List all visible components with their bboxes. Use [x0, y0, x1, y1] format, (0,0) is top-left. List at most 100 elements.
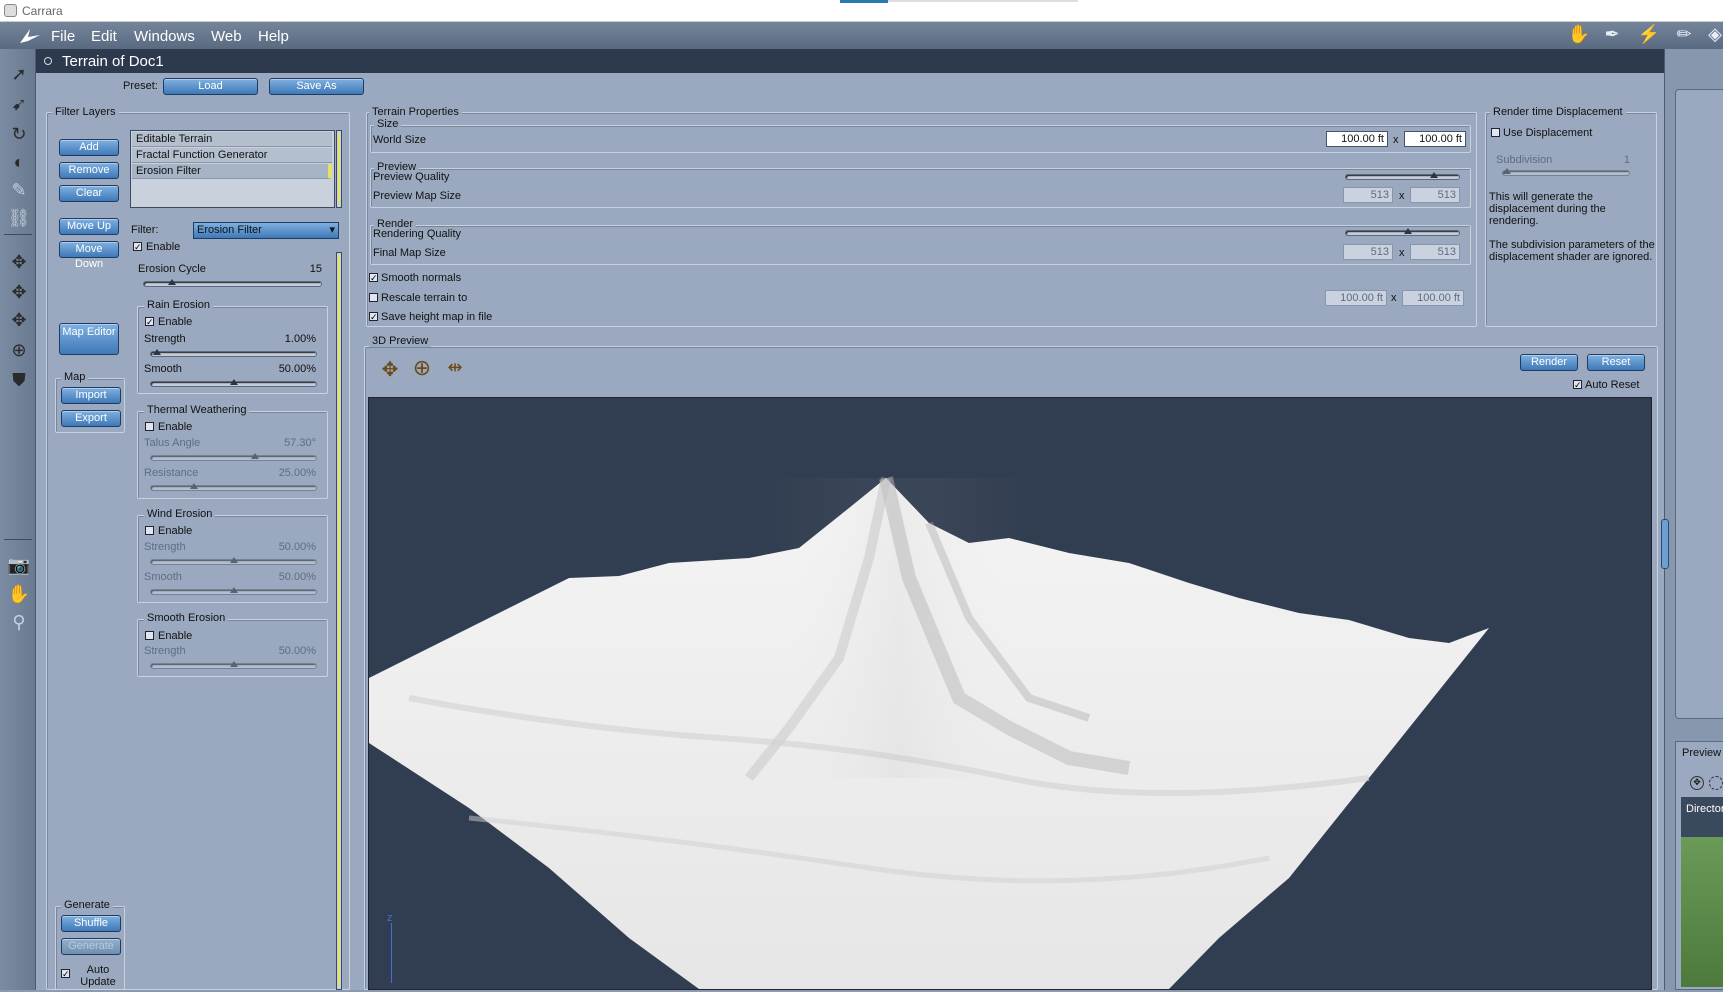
preview-map-width-input[interactable]: 513	[1343, 187, 1393, 203]
slider-thumb[interactable]	[1430, 172, 1438, 178]
pan-view-icon[interactable]: ✥	[377, 357, 403, 381]
wind-smooth-slider[interactable]	[150, 587, 317, 595]
slider-thumb[interactable]	[251, 453, 260, 459]
final-map-width-input[interactable]: 513	[1343, 244, 1393, 260]
world-size-width-input[interactable]: 100.00 ft	[1326, 131, 1388, 147]
subdivision-slider[interactable]	[1502, 168, 1630, 176]
slider-thumb[interactable]	[229, 661, 238, 667]
smooth-normals-checkbox[interactable]: ✓	[369, 273, 378, 283]
camera-icon[interactable]: 📷	[6, 552, 32, 578]
clear-layers-button[interactable]: Clear	[59, 185, 119, 202]
slider-thumb[interactable]	[167, 279, 176, 285]
frame-icon[interactable]	[1709, 776, 1723, 790]
add-layer-button[interactable]: Add	[59, 139, 119, 156]
preview-map-height-input[interactable]: 513	[1410, 187, 1460, 203]
brush-tool-icon[interactable]: ✎	[6, 177, 32, 203]
menu-help[interactable]: Help	[258, 28, 289, 45]
slider-thumb[interactable]	[229, 587, 238, 593]
resistance-slider[interactable]	[150, 483, 317, 491]
scene-icon[interactable]: ⛊	[6, 367, 32, 393]
zoom-icon[interactable]: ⚲	[6, 609, 32, 635]
rotate-tool-icon[interactable]: ↻	[6, 121, 32, 147]
move-vertical-icon[interactable]: ✥	[6, 279, 32, 305]
save-as-preset-button[interactable]: Save As	[269, 78, 364, 95]
properties-tray	[1675, 89, 1723, 719]
smooth-enable-checkbox[interactable]	[145, 631, 154, 640]
talus-angle-slider[interactable]	[150, 453, 317, 461]
assemble-room-icon[interactable]: ✋	[1567, 24, 1591, 46]
slider-thumb[interactable]	[1403, 228, 1412, 234]
rescale-width-input[interactable]: 100.00 ft	[1325, 290, 1387, 306]
load-preset-button[interactable]: Load	[163, 78, 258, 95]
rescale-height-input[interactable]: 100.00 ft	[1402, 290, 1464, 306]
menu-web[interactable]: Web	[211, 28, 242, 45]
navigate-icon[interactable]: ✥	[1690, 776, 1704, 790]
save-height-map-checkbox[interactable]: ✓	[369, 312, 378, 322]
hand-tool-icon[interactable]: ✋	[6, 581, 32, 607]
layer-list-scrollbar[interactable]	[336, 130, 342, 208]
rendering-quality-slider[interactable]	[1345, 228, 1460, 236]
use-displacement-checkbox[interactable]	[1491, 128, 1500, 137]
slider-thumb[interactable]	[152, 349, 161, 355]
3d-viewport[interactable]: z	[368, 397, 1652, 990]
rain-strength-slider[interactable]	[150, 349, 317, 357]
reset-preview-button[interactable]: Reset	[1587, 354, 1645, 371]
map-editor-button[interactable]: Map Editor	[59, 323, 119, 355]
generate-button[interactable]: Generate	[61, 938, 121, 955]
erosion-cycle-slider[interactable]	[143, 279, 322, 287]
wind-enable-checkbox[interactable]	[145, 526, 154, 535]
filter-enable-checkbox[interactable]: ✓	[133, 242, 142, 252]
rain-smooth-slider[interactable]	[150, 379, 317, 387]
layer-item-selected[interactable]: Erosion Filter	[132, 164, 332, 179]
move-plane-icon[interactable]: ✥	[6, 249, 32, 275]
move-up-button[interactable]: Move Up	[59, 218, 119, 235]
menu-windows[interactable]: Windows	[134, 28, 195, 45]
filter-select[interactable]: Erosion Filter ▾	[193, 222, 339, 239]
dolly-view-icon[interactable]: ⇹	[442, 357, 468, 379]
link-tool-icon[interactable]: ⛓	[6, 205, 32, 231]
render-room-icon[interactable]: ◈	[1703, 24, 1723, 46]
director-label: Director	[1686, 803, 1723, 815]
auto-update-checkbox[interactable]: ✓	[61, 969, 70, 979]
final-map-height-input[interactable]: 513	[1410, 244, 1460, 260]
menu-edit[interactable]: Edit	[91, 28, 117, 45]
slider-thumb[interactable]	[229, 557, 238, 563]
filter-scrollbar[interactable]	[336, 252, 342, 990]
move-down-button[interactable]: Move Down	[59, 241, 119, 270]
move-horizontal-icon[interactable]: ✥	[6, 307, 32, 333]
preview-quality-slider[interactable]	[1345, 172, 1460, 180]
storyboard-room-icon[interactable]: ⚡	[1637, 24, 1661, 46]
texture-room-icon[interactable]: ✏	[1672, 24, 1696, 46]
slider-thumb[interactable]	[229, 379, 238, 385]
rain-enable-checkbox[interactable]: ✓	[145, 317, 154, 327]
menu-bar: File Edit Windows Web Help	[0, 22, 1723, 49]
layer-item[interactable]: Fractal Function Generator	[132, 148, 332, 163]
rescale-checkbox[interactable]	[369, 293, 378, 302]
remove-layer-button[interactable]: Remove	[59, 162, 119, 179]
director-thumbnail	[1681, 837, 1723, 987]
slider-thumb[interactable]	[1503, 168, 1511, 174]
director-view[interactable]: Director	[1681, 797, 1723, 987]
tray-collapse-handle[interactable]	[1661, 519, 1669, 569]
talus-angle-label: Talus Angle	[144, 437, 201, 449]
trackball-icon[interactable]: ⊕	[6, 337, 32, 363]
layer-item[interactable]: Editable Terrain	[132, 132, 332, 147]
model-room-icon[interactable]: ✒	[1600, 24, 1624, 46]
thermal-enable-label: Enable	[158, 421, 193, 433]
render-preview-button[interactable]: Render	[1520, 354, 1578, 371]
shuffle-button[interactable]: Shuffle	[61, 915, 121, 932]
smooth-strength-slider[interactable]	[150, 661, 317, 669]
world-size-height-input[interactable]: 100.00 ft	[1404, 131, 1466, 147]
twist-tool-icon[interactable]: ◐	[6, 149, 32, 175]
auto-reset-checkbox[interactable]: ✓	[1573, 380, 1582, 390]
selection-arrow-icon[interactable]: ➚	[6, 61, 32, 87]
orbit-view-icon[interactable]: ⊕	[409, 355, 435, 381]
import-map-button[interactable]: Import	[61, 387, 121, 404]
menu-file[interactable]: File	[51, 28, 75, 45]
thermal-enable-checkbox[interactable]	[145, 422, 154, 431]
export-map-button[interactable]: Export	[61, 410, 121, 427]
wind-strength-slider[interactable]	[150, 557, 317, 565]
close-dot-icon[interactable]	[44, 57, 52, 65]
slider-thumb[interactable]	[190, 483, 199, 489]
pointer-tool-icon[interactable]: ➹	[6, 91, 32, 117]
